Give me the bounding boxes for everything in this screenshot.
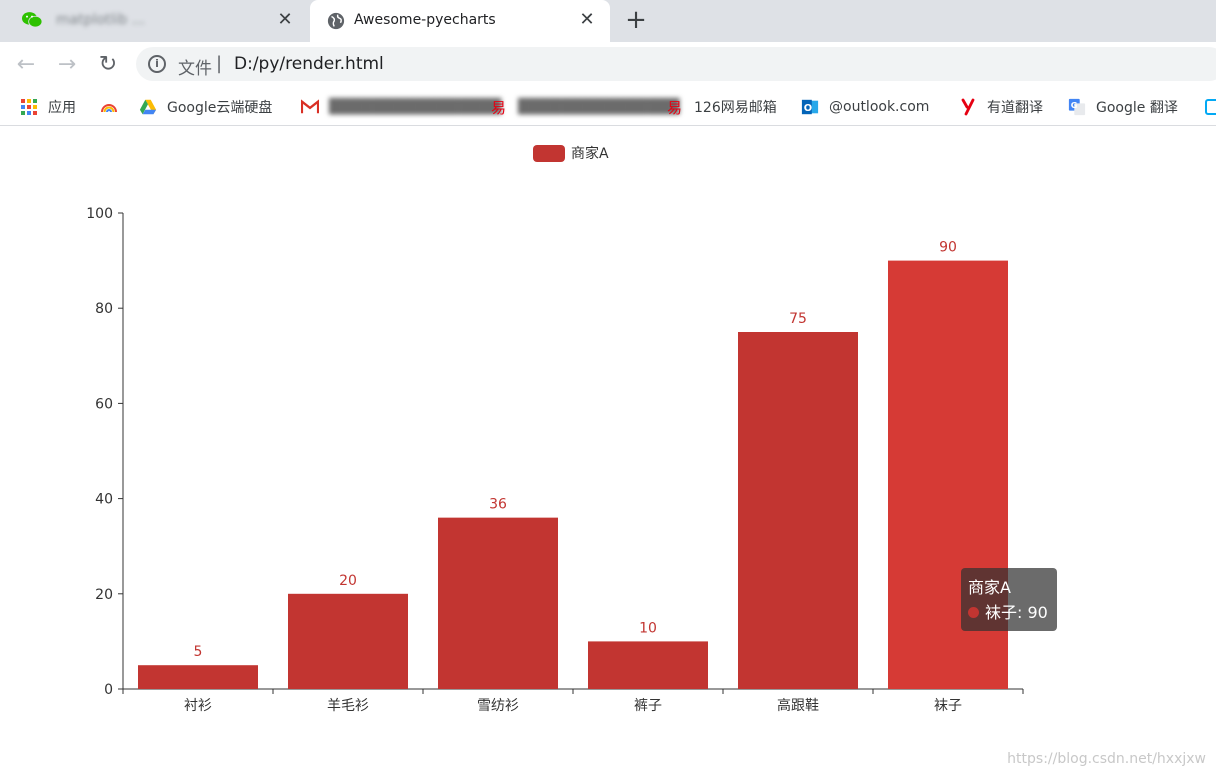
bookmark-netease[interactable]: 易 ███████████████	[490, 96, 680, 118]
svg-text:易: 易	[667, 99, 682, 116]
url-text[interactable]: D:/py/render.html	[234, 54, 384, 74]
scheme-label: 文件	[178, 59, 212, 79]
bar	[438, 517, 558, 689]
close-tab-icon[interactable]: ✕	[276, 11, 294, 29]
y-tick-label: 100	[86, 206, 113, 222]
address-bar[interactable]: i 文件 | D:/py/render.html	[136, 47, 1216, 81]
bookmark-label: Google 翻译	[1096, 100, 1178, 116]
data-label: 5	[194, 644, 203, 660]
legend: 商家A	[533, 145, 609, 162]
bar-chart: 商家A 0 20 40 60 80 100 5 衬衫 20 羊毛衫 36 雪纺衫 10 裤子 75 高跟鞋 90 袜…	[86, 145, 1024, 714]
bookmark-rainbow[interactable]	[100, 96, 128, 118]
scheme-separator: |	[216, 53, 223, 74]
bookmark-apps[interactable]: 应用	[20, 96, 76, 118]
youdao-icon	[961, 98, 975, 116]
data-label: 90	[939, 240, 957, 256]
bookmark-youdao[interactable]: 有道翻译	[959, 96, 1043, 118]
apps-grid-icon	[21, 99, 37, 115]
svg-text:O: O	[804, 103, 812, 114]
svg-text:易: 易	[491, 99, 506, 116]
legend-label: 商家A	[571, 145, 609, 162]
google-translate-icon: G	[1068, 98, 1086, 116]
bookmark-google-drive[interactable]: Google云端硬盘	[139, 96, 272, 118]
watermark: https://blog.csdn.net/hxxjxw	[1007, 751, 1206, 767]
x-tick-label: 衬衫	[184, 698, 212, 714]
y-tick-label: 60	[95, 396, 113, 412]
tooltip-value: 袜子: 90	[985, 603, 1048, 622]
legend-swatch	[533, 145, 565, 162]
x-tick-label: 高跟鞋	[777, 697, 819, 714]
bookmark-gmail[interactable]: ████████████████	[301, 96, 501, 118]
bookmark-overflow[interactable]	[1205, 96, 1216, 118]
bookmark-partial-icon	[1205, 99, 1216, 115]
tab-title: Awesome-pyecharts	[354, 12, 496, 28]
data-label: 10	[639, 620, 657, 636]
bookmark-label: @outlook.com	[829, 99, 930, 115]
x-tick-label: 雪纺衫	[477, 698, 519, 714]
bookmark-126-mail[interactable]: 易 126网易邮箱	[666, 96, 777, 118]
blurred-bookmark-label: ███████████████	[518, 99, 680, 115]
bar	[138, 665, 258, 689]
x-tick-label: 裤子	[634, 698, 662, 714]
tab-title: matplotlib ...	[56, 12, 146, 28]
bookmark-label: 应用	[48, 100, 76, 116]
info-icon[interactable]: i	[148, 55, 166, 73]
y-tick-label: 40	[95, 492, 113, 508]
svg-text:G: G	[1071, 100, 1078, 110]
google-drive-icon	[139, 99, 157, 115]
blurred-bookmark-label: ████████████████	[329, 99, 502, 115]
bar	[588, 641, 708, 689]
x-tick-label: 袜子	[934, 698, 962, 714]
browser-toolbar: ← → ↻ i 文件 | D:/py/render.html	[0, 42, 1216, 88]
netease-icon: 易	[491, 99, 506, 116]
tooltip-line: 袜子: 90	[968, 600, 1050, 625]
gmail-icon	[301, 99, 319, 114]
outlook-icon: O	[801, 99, 819, 115]
tooltip-series-name: 商家A	[968, 578, 1011, 597]
back-arrow-icon[interactable]: ←	[14, 53, 38, 77]
bookmark-outlook[interactable]: O @outlook.com	[801, 96, 929, 118]
x-tick-label: 羊毛衫	[327, 698, 369, 714]
reload-icon[interactable]: ↻	[96, 53, 120, 77]
y-tick-label: 80	[95, 301, 113, 317]
bar	[738, 332, 858, 689]
globe-icon	[327, 12, 345, 30]
y-tick-label: 0	[104, 682, 113, 698]
rainbow-icon	[101, 104, 117, 113]
bookmark-label: Google云端硬盘	[167, 100, 273, 116]
bookmark-label: 有道翻译	[987, 100, 1043, 116]
data-label: 75	[789, 311, 807, 327]
bookmark-label: 126网易邮箱	[694, 100, 777, 116]
chart-tooltip: 商家A 袜子: 90	[961, 568, 1057, 631]
chart-area: 商家A 0 20 40 60 80 100 5 衬衫 20 羊毛衫 36 雪纺衫 10 裤子 75 高跟鞋 90 袜…	[0, 127, 1216, 775]
tab-wechat[interactable]: matplotlib ... ✕	[0, 0, 308, 42]
forward-arrow-icon[interactable]: →	[55, 53, 79, 77]
bar	[288, 593, 408, 689]
tab-strip: matplotlib ... ✕ Awesome-pyecharts ✕ +	[0, 0, 1216, 42]
bookmarks-bar: 应用 Google云端硬盘 ████████████████ 易 ███████…	[0, 88, 1216, 126]
data-label: 36	[489, 497, 507, 513]
tab-awesome-pyecharts[interactable]: Awesome-pyecharts ✕	[310, 0, 610, 42]
close-tab-icon[interactable]: ✕	[578, 11, 596, 29]
bookmark-google-translate[interactable]: G Google 翻译	[1068, 96, 1178, 118]
series-marker-icon	[968, 607, 979, 618]
netease-mail-icon: 易	[667, 99, 682, 116]
new-tab-button[interactable]: +	[624, 7, 648, 33]
data-label: 20	[339, 573, 357, 589]
y-tick-label: 20	[95, 587, 113, 603]
wechat-icon	[22, 12, 42, 28]
